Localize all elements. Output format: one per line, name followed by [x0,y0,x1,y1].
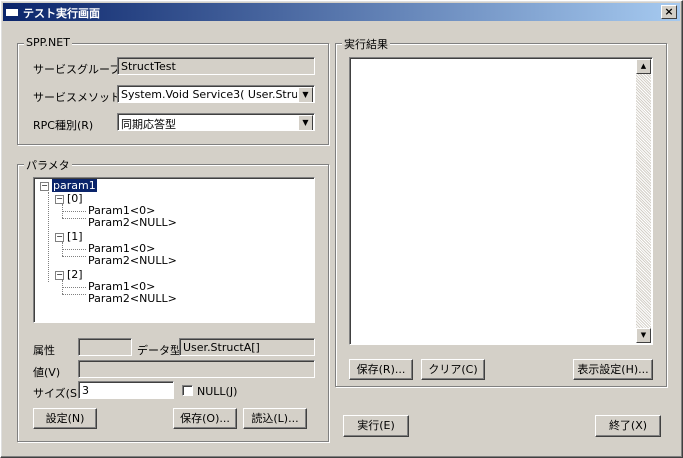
service-group-field: StructTest [117,57,315,75]
rpc-type-value: 同期応答型 [121,118,176,131]
results-scrollbar[interactable]: ▲ ▼ [636,59,651,343]
collapse-icon[interactable]: − [55,194,64,204]
exit-button[interactable]: 終了(X) [595,415,661,437]
up-arrow-icon[interactable]: ▲ [636,59,651,74]
service-group-label: サービスグループ [33,63,121,76]
size-input[interactable]: 3 [78,381,174,399]
value-label: 値(V) [33,366,61,379]
tree-leaf[interactable]: Param2<NULL> [88,254,177,267]
window-icon [6,7,18,16]
null-label: NULL(J) [197,385,238,398]
service-method-combo[interactable]: System.Void Service3( User.StructA[] p ▼ [117,85,315,103]
value-field[interactable] [78,360,315,378]
service-method-value: System.Void Service3( User.StructA[] p [121,88,297,101]
param-save-button[interactable]: 保存(O)... [173,408,237,429]
window-title: テスト実行画面 [23,7,100,20]
spp-group-label: SPP.NET [24,36,72,49]
down-arrow-icon[interactable]: ▼ [636,328,651,343]
collapse-icon[interactable]: − [40,181,49,191]
param-tree[interactable]: − param1 − [0] Param1<0> Param2<NULL> − [1]… [33,177,315,323]
size-label: サイズ(S) [33,387,82,400]
collapse-icon[interactable]: − [55,232,64,242]
dropdown-arrow-icon[interactable]: ▼ [298,87,313,102]
tree-node-root[interactable]: − param1 [40,179,97,192]
display-settings-button[interactable]: 表示設定(H)... [573,359,653,380]
title-bar[interactable]: テスト実行画面 × [3,3,680,21]
results-save-button[interactable]: 保存(R)... [349,359,413,380]
results-clear-button[interactable]: クリア(C) [421,359,485,380]
tree-node-label: param1 [52,179,97,192]
dropdown-arrow-icon[interactable]: ▼ [298,115,313,130]
attribute-field [78,338,132,356]
results-textarea[interactable]: ▲ ▼ [349,57,653,345]
tree-node-item-1[interactable]: − [1] [55,230,83,243]
attribute-label: 属性 [33,344,55,357]
rpc-type-label: RPC種別(R) [33,119,94,132]
tree-leaf[interactable]: Param2<NULL> [88,216,177,229]
tree-node-label: [0] [67,192,83,205]
datatype-label: データ型 [137,344,181,357]
tree-node-item-2[interactable]: − [2] [55,268,83,281]
datatype-field: User.StructA[] [179,338,315,356]
set-button[interactable]: 設定(N) [33,408,97,429]
null-checkbox[interactable] [182,385,193,396]
tree-node-item-0[interactable]: − [0] [55,192,83,205]
test-execution-window: テスト実行画面 × SPP.NET サービスグループ StructTest サー… [0,0,683,458]
param-load-button[interactable]: 読込(L)... [243,408,307,429]
results-group-label: 実行結果 [342,36,390,52]
rpc-type-combo[interactable]: 同期応答型 ▼ [117,113,315,131]
execute-button[interactable]: 実行(E) [343,415,409,437]
tree-leaf[interactable]: Param2<NULL> [88,292,177,305]
tree-node-label: [1] [67,230,83,243]
close-button[interactable]: × [661,5,677,19]
tree-node-label: [2] [67,268,83,281]
params-group-label: パラメタ [24,157,72,173]
collapse-icon[interactable]: − [55,270,64,280]
results-text [350,58,652,62]
